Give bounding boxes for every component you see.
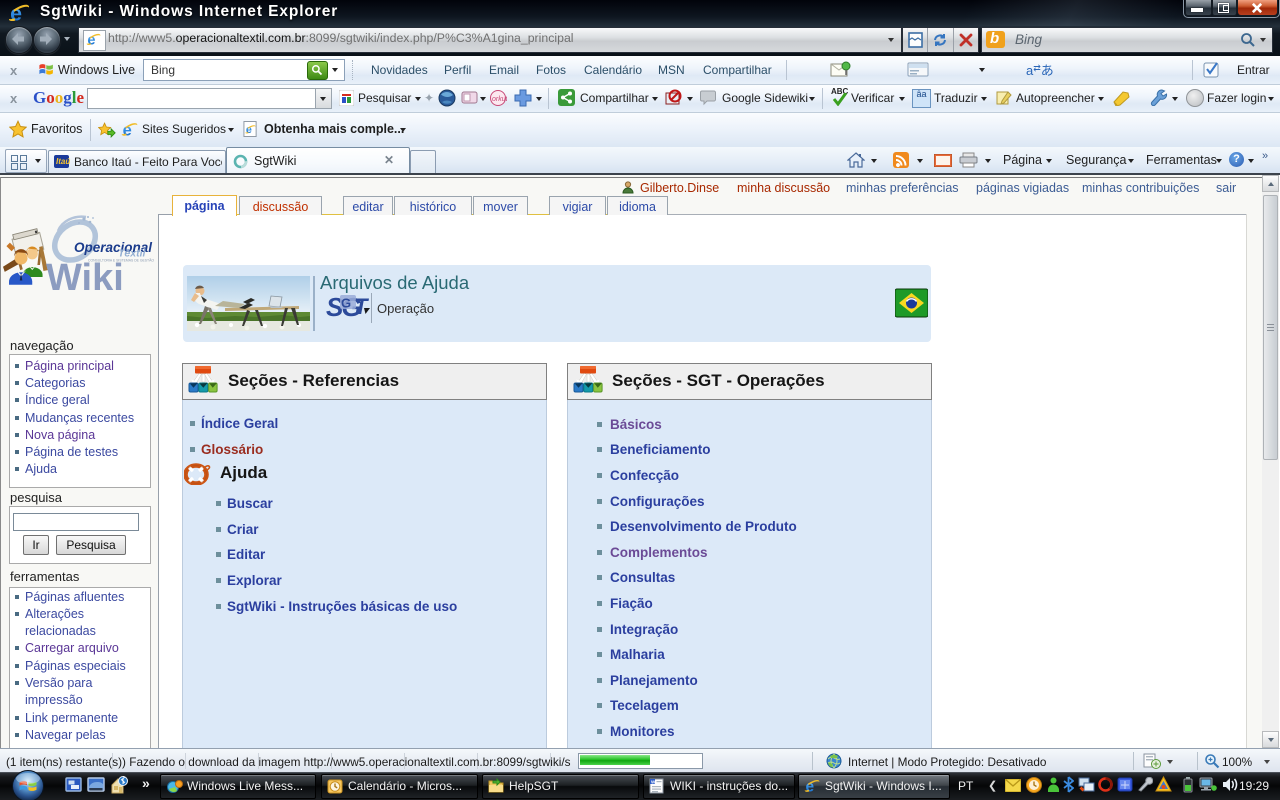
svg-text:orkut: orkut (492, 96, 507, 103)
svg-text:W: W (651, 779, 656, 784)
svg-text:Wiki: Wiki (46, 257, 124, 299)
svg-text:T: T (354, 294, 369, 319)
svg-text:G: G (341, 296, 351, 311)
